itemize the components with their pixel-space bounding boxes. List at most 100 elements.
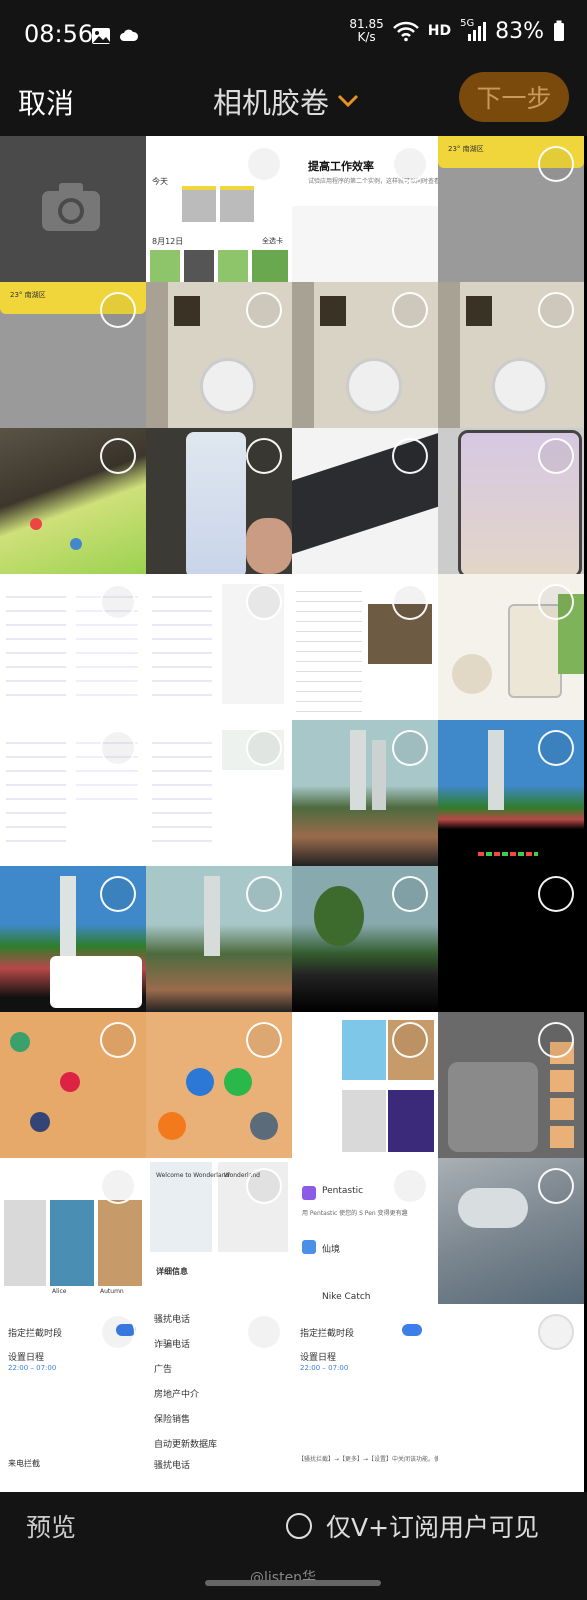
select-circle[interactable] xyxy=(100,730,136,766)
image-block xyxy=(6,584,66,704)
photo-thumbnail[interactable] xyxy=(146,866,292,1012)
select-circle[interactable] xyxy=(246,292,282,328)
photo-thumbnail[interactable] xyxy=(292,720,438,866)
select-circle[interactable] xyxy=(246,876,282,912)
photo-thumbnail[interactable]: 指定拦截时段 设置日程 22:00 – 07:00 xyxy=(0,1304,146,1450)
photo-thumbnail[interactable]: 指定拦截时段 设置日程 22:00 – 07:00 xyxy=(292,1304,438,1450)
photo-thumbnail[interactable] xyxy=(0,720,146,866)
cancel-button[interactable]: 取消 xyxy=(18,82,74,122)
select-circle[interactable] xyxy=(246,1314,282,1350)
image-block xyxy=(150,250,180,282)
photo-thumbnail[interactable] xyxy=(438,282,584,428)
photo-thumbnail[interactable]: 骚扰电话 诈骗电话 广告 房地产中介 保险销售 自动更新数据库 xyxy=(146,1304,292,1450)
select-circle[interactable] xyxy=(538,1314,574,1350)
photo-thumbnail[interactable]: 23° 南湖区 xyxy=(0,282,146,428)
select-circle[interactable] xyxy=(392,1022,428,1058)
select-circle[interactable] xyxy=(538,730,574,766)
select-circle[interactable] xyxy=(538,1022,574,1058)
photo-thumbnail[interactable]: 今天 8月12日 全选卡 xyxy=(146,136,292,282)
image-block xyxy=(246,518,292,574)
photo-thumbnail[interactable] xyxy=(292,866,438,1012)
photo-thumbnail[interactable] xyxy=(0,866,146,1012)
photo-thumbnail[interactable]: 23° 南湖区 xyxy=(438,136,584,282)
image-block xyxy=(314,886,364,946)
photo-thumbnail[interactable] xyxy=(438,1158,584,1304)
select-circle[interactable] xyxy=(538,438,574,474)
image-block xyxy=(50,1200,94,1286)
photo-thumbnail[interactable] xyxy=(292,1012,438,1158)
photo-grid: 今天 8月12日 全选卡 提高工作效率 试验应用程序的第二个实例，这样就可以同时… xyxy=(0,136,587,1492)
image-block xyxy=(186,1068,214,1096)
thumb-app1: Pentastic xyxy=(322,1186,364,1196)
select-circle[interactable] xyxy=(392,292,428,328)
thumb-weather: 23° 南湖区 xyxy=(448,145,484,153)
preview-button[interactable]: 预览 xyxy=(26,1508,76,1544)
image-block xyxy=(224,1068,252,1096)
select-circle[interactable] xyxy=(100,1168,136,1204)
select-circle[interactable] xyxy=(538,1168,574,1204)
select-circle[interactable] xyxy=(246,730,282,766)
thumb-schedule-label: 设置日程 xyxy=(8,1353,45,1363)
photo-thumbnail[interactable] xyxy=(292,282,438,428)
select-circle[interactable] xyxy=(392,584,428,620)
select-circle[interactable] xyxy=(100,1314,136,1350)
photo-thumbnail[interactable] xyxy=(438,720,584,866)
select-circle[interactable] xyxy=(100,584,136,620)
photo-thumbnail[interactable] xyxy=(438,1450,584,1492)
photo-thumbnail[interactable] xyxy=(438,1304,584,1450)
select-circle[interactable] xyxy=(538,146,574,182)
photo-thumbnail[interactable] xyxy=(0,1012,146,1158)
image-block xyxy=(146,282,168,428)
select-circle[interactable] xyxy=(392,146,428,182)
photo-thumbnail[interactable]: Alice Autumn xyxy=(0,1158,146,1304)
thumb-schedule-time: 22:00 – 07:00 xyxy=(300,1364,349,1372)
photo-thumbnail[interactable] xyxy=(438,428,584,574)
photo-thumbnail[interactable]: 【骚扰拦截】→【更多】→【设置】中关闭该功能。使用上述功能需使用... xyxy=(292,1450,438,1492)
select-circle[interactable] xyxy=(246,146,282,182)
radio-button[interactable] xyxy=(286,1513,312,1539)
photo-thumbnail[interactable] xyxy=(438,866,584,1012)
photo-thumbnail[interactable] xyxy=(0,574,146,720)
visibility-option[interactable]: 仅V+订阅用户可见 xyxy=(286,1508,539,1544)
photo-thumbnail[interactable] xyxy=(438,1012,584,1158)
select-circle[interactable] xyxy=(538,584,574,620)
photo-thumbnail[interactable]: 骚扰电话 xyxy=(146,1450,292,1492)
select-circle[interactable] xyxy=(246,1022,282,1058)
select-circle[interactable] xyxy=(246,584,282,620)
thumb-welcome: Welcome to Wonderland xyxy=(156,1172,230,1179)
select-circle[interactable] xyxy=(392,1168,428,1204)
photo-thumbnail[interactable] xyxy=(146,720,292,866)
select-circle[interactable] xyxy=(538,292,574,328)
photo-thumbnail[interactable]: 提高工作效率 试验应用程序的第二个实例，这样就可以同时查看零售... xyxy=(292,136,438,282)
list-item: 诈骗电话 xyxy=(154,1340,191,1350)
photo-thumbnail[interactable] xyxy=(146,1012,292,1158)
image-block xyxy=(488,730,504,810)
photo-thumbnail[interactable] xyxy=(292,574,438,720)
select-circle[interactable] xyxy=(392,876,428,912)
image-block xyxy=(50,956,142,1008)
select-circle[interactable] xyxy=(538,876,574,912)
select-circle[interactable] xyxy=(100,292,136,328)
camera-tile[interactable] xyxy=(0,136,146,282)
wifi-icon xyxy=(392,21,419,42)
photo-thumbnail[interactable]: Pentastic 用 Pentastic 使您的 S Pen 变得更有趣 仙境… xyxy=(292,1158,438,1304)
select-circle[interactable] xyxy=(100,876,136,912)
select-circle[interactable] xyxy=(100,1022,136,1058)
select-circle[interactable] xyxy=(246,438,282,474)
photo-thumbnail[interactable] xyxy=(146,428,292,574)
photo-thumbnail[interactable] xyxy=(146,282,292,428)
photo-thumbnail[interactable]: Welcome to Wonderland Wonderland 详细信息 xyxy=(146,1158,292,1304)
select-circle[interactable] xyxy=(100,438,136,474)
select-circle[interactable] xyxy=(392,730,428,766)
select-circle[interactable] xyxy=(392,438,428,474)
accent-strip xyxy=(220,186,254,190)
image-block xyxy=(186,432,246,574)
album-selector[interactable]: 相机胶卷 xyxy=(213,80,359,122)
next-button[interactable]: 下一步 xyxy=(459,72,569,122)
photo-thumbnail[interactable] xyxy=(438,574,584,720)
photo-thumbnail[interactable] xyxy=(292,428,438,574)
photo-thumbnail[interactable] xyxy=(146,574,292,720)
select-circle[interactable] xyxy=(246,1168,282,1204)
photo-thumbnail[interactable]: 来电拦截 xyxy=(0,1450,146,1492)
photo-thumbnail[interactable] xyxy=(0,428,146,574)
